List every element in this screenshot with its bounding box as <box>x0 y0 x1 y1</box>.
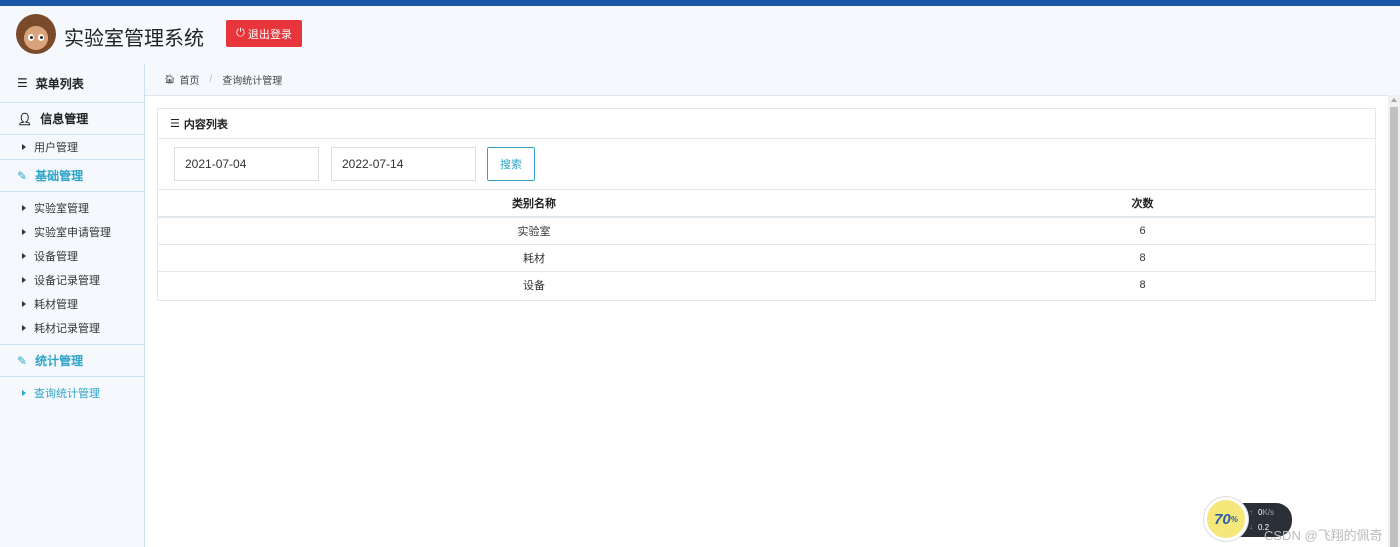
sidebar-item-label: 实验室申请管理 <box>34 227 111 239</box>
cell-count: 8 <box>910 244 1375 272</box>
arrow-down-icon: ↓ <box>1249 522 1253 531</box>
table-row: 耗材 8 <box>158 244 1375 272</box>
scroll-up-arrow-icon[interactable] <box>1391 98 1397 102</box>
sidebar-group-basic[interactable]: ✎ 基础管理 <box>0 160 144 192</box>
table-row: 实验室 6 <box>158 217 1375 245</box>
sidebar-item-lab-application[interactable]: 实验室申请管理 <box>0 220 144 244</box>
sidebar-submenu-statistics: 查询统计管理 <box>0 377 144 405</box>
panel-title: 内容列表 <box>183 118 228 131</box>
sidebar-item-label: 设备记录管理 <box>34 275 100 287</box>
table-header-row: 类别名称 次数 <box>158 190 1375 218</box>
sidebar-group-info[interactable]: 👤︎ 信息管理 <box>0 103 144 135</box>
sidebar-item-device-management[interactable]: 设备管理 <box>0 244 144 268</box>
sidebar-menu-header: ☰ 菜单列表 <box>0 64 144 103</box>
sidebar-submenu-info: 用户管理 <box>0 135 144 160</box>
power-icon: ⏻ <box>236 27 245 39</box>
sidebar-item-label: 实验室管理 <box>34 203 89 215</box>
sidebar-item-label: 耗材管理 <box>34 299 78 311</box>
sidebar: ☰ 菜单列表 👤︎ 信息管理 用户管理 ✎ 基础管理 实验室管理 实验室申请管理… <box>0 64 145 547</box>
list-icon: ☰ <box>17 76 28 90</box>
breadcrumb: 🏠︎ 首页 / 查询统计管理 <box>164 72 282 87</box>
column-header-category: 类别名称 <box>158 190 910 218</box>
group-label: 基础管理 <box>35 169 84 183</box>
avatar <box>16 14 56 54</box>
breadcrumb-current: 查询统计管理 <box>222 76 283 87</box>
sidebar-submenu-basic: 实验室管理 实验室申请管理 设备管理 设备记录管理 耗材管理 耗材记录管理 <box>0 192 144 345</box>
caret-right-icon <box>22 325 26 331</box>
caret-right-icon <box>22 390 26 396</box>
cell-category: 设备 <box>523 279 545 292</box>
sidebar-item-consumables[interactable]: 耗材管理 <box>0 292 144 316</box>
list-icon: ☰ <box>170 118 180 130</box>
app-title: 实验室管理系统 <box>64 28 204 50</box>
caret-right-icon <box>22 277 26 283</box>
sidebar-item-user-management[interactable]: 用户管理 <box>0 135 144 159</box>
panel-header: ☰ 内容列表 <box>158 109 1375 139</box>
start-date-input[interactable] <box>174 147 319 181</box>
usage-percent: 70 <box>1214 510 1231 528</box>
statistics-table: 类别名称 次数 实验室 6 耗材 8 设备 8 <box>158 190 1375 298</box>
group-label: 信息管理 <box>40 112 89 126</box>
caret-right-icon <box>22 229 26 235</box>
sidebar-item-label: 耗材记录管理 <box>34 323 100 335</box>
breadcrumb-separator: / <box>209 74 213 85</box>
caret-right-icon <box>22 205 26 211</box>
user-icon: 👤︎ <box>17 111 33 126</box>
filter-bar: 搜索 <box>158 139 1375 190</box>
arrow-up-icon: ↑ <box>1249 508 1253 517</box>
caret-right-icon <box>22 144 26 150</box>
cell-category: 实验室 <box>158 217 910 245</box>
logout-button[interactable]: ⏻ 退出登录 <box>226 20 302 47</box>
watermark: CSDN @飞翔的佩奇 <box>1264 528 1383 543</box>
home-icon: 🏠︎ <box>164 74 176 84</box>
table-row: 设备 8 <box>158 271 1375 298</box>
caret-right-icon <box>22 253 26 259</box>
cell-count: 6 <box>910 217 1375 245</box>
end-date-input[interactable] <box>331 147 476 181</box>
breadcrumb-home[interactable]: 首页 <box>179 72 199 87</box>
sidebar-item-device-records[interactable]: 设备记录管理 <box>0 268 144 292</box>
edit-icon: ✎ <box>17 353 28 368</box>
vertical-scrollbar[interactable] <box>1388 95 1400 547</box>
cell-category: 耗材 <box>158 244 910 272</box>
content-panel: ☰ 内容列表 搜索 类别名称 次数 实验室 6 耗材 8 <box>157 108 1376 301</box>
menu-title: 菜单列表 <box>35 76 84 91</box>
main-content: ☰ 内容列表 搜索 类别名称 次数 实验室 6 耗材 8 <box>145 95 1388 547</box>
logout-label: 退出登录 <box>247 28 292 41</box>
column-header-count: 次数 <box>910 190 1375 218</box>
edit-icon: ✎ <box>17 168 28 183</box>
cell-count: 8 <box>1139 278 1146 291</box>
upload-speed-unit: K/s <box>1262 508 1275 517</box>
sidebar-item-query-statistics[interactable]: 查询统计管理 <box>0 381 144 405</box>
header: 实验室管理系统 ⏻ 退出登录 <box>0 6 1400 64</box>
sidebar-item-consumable-records[interactable]: 耗材记录管理 <box>0 316 144 340</box>
sidebar-item-label: 设备管理 <box>34 251 78 263</box>
search-button[interactable]: 搜索 <box>487 147 535 181</box>
sidebar-group-statistics[interactable]: ✎ 统计管理 <box>0 345 144 377</box>
memory-usage-badge[interactable]: 70% <box>1204 497 1248 541</box>
usage-percent-unit: % <box>1230 514 1238 524</box>
sidebar-item-label: 用户管理 <box>34 142 78 154</box>
scrollbar-thumb[interactable] <box>1390 107 1398 547</box>
sidebar-item-label: 查询统计管理 <box>34 388 100 400</box>
group-label: 统计管理 <box>35 354 84 368</box>
sidebar-item-lab-management[interactable]: 实验室管理 <box>0 196 144 220</box>
caret-right-icon <box>22 301 26 307</box>
